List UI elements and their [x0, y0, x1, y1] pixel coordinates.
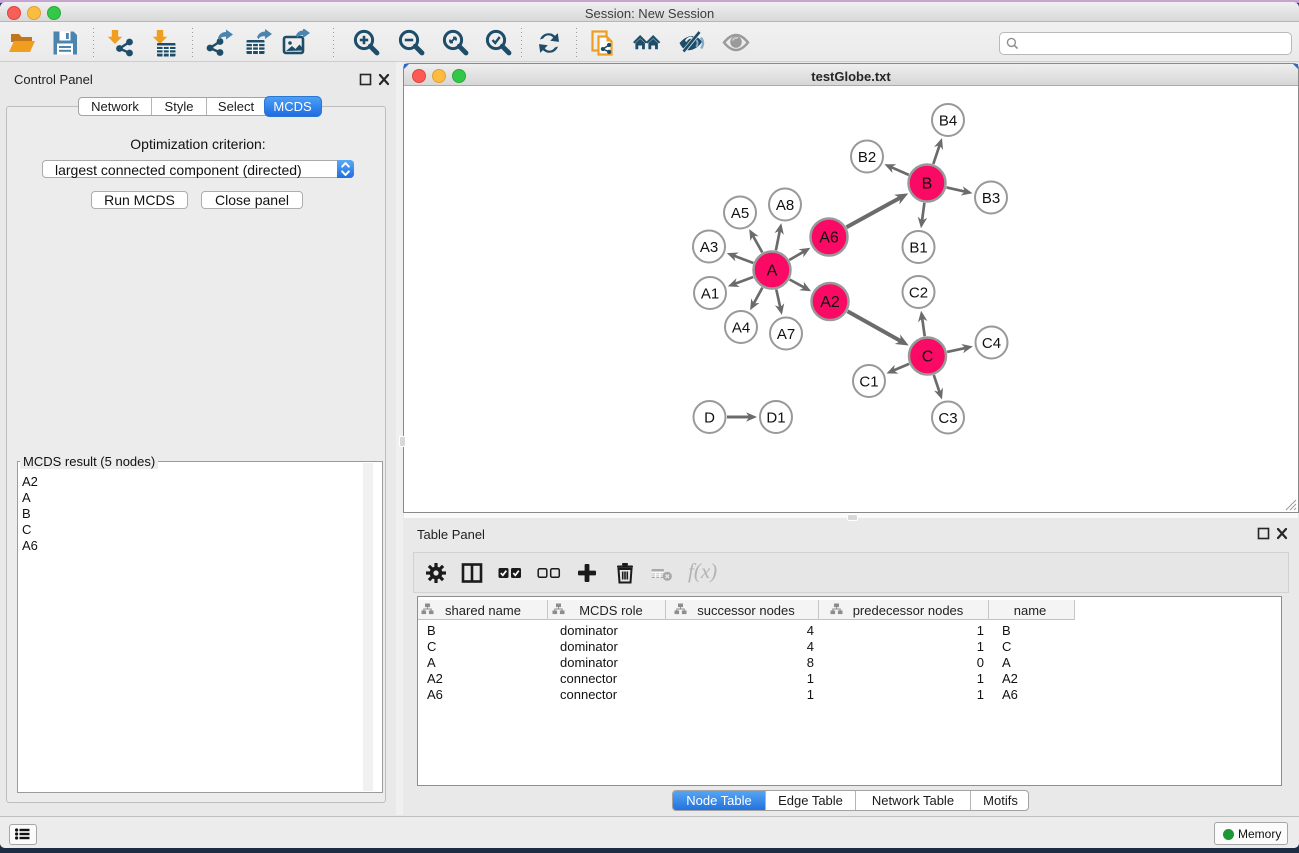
svg-text:D: D: [704, 410, 715, 427]
svg-text:B4: B4: [939, 113, 957, 130]
svg-text:A5: A5: [731, 205, 749, 222]
svg-text:A8: A8: [776, 197, 794, 214]
svg-text:A1: A1: [701, 286, 719, 303]
svg-text:B: B: [922, 176, 933, 193]
svg-text:B2: B2: [858, 149, 876, 166]
svg-text:C4: C4: [982, 335, 1001, 352]
svg-text:B1: B1: [909, 240, 927, 257]
svg-text:C2: C2: [909, 285, 928, 302]
svg-text:A2: A2: [820, 294, 840, 311]
svg-text:A7: A7: [777, 326, 795, 343]
svg-text:A4: A4: [732, 320, 750, 337]
svg-text:B3: B3: [982, 190, 1000, 207]
svg-text:A3: A3: [700, 239, 718, 256]
svg-text:C3: C3: [938, 410, 957, 427]
svg-text:A: A: [767, 263, 778, 280]
svg-text:A6: A6: [819, 230, 839, 247]
svg-text:C1: C1: [859, 374, 878, 391]
svg-text:D1: D1: [766, 410, 785, 427]
svg-text:C: C: [922, 349, 934, 366]
